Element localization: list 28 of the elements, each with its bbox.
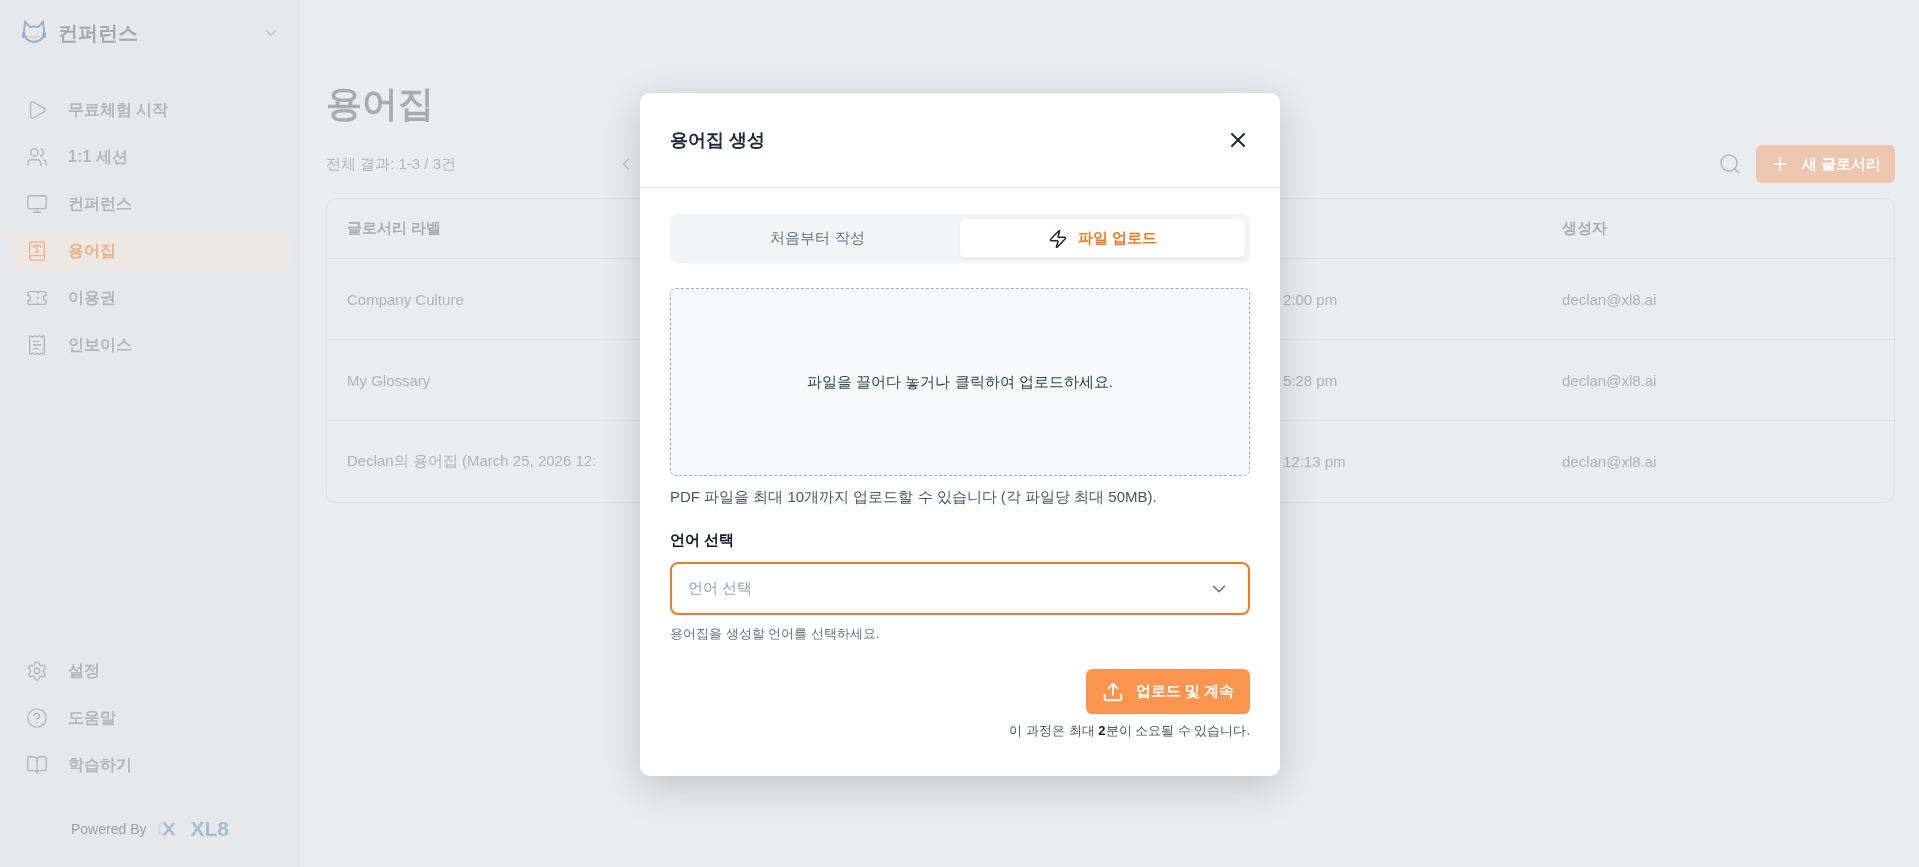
table-cell: Declan의 용어집 (March 25, 2026 12: — [347, 452, 597, 471]
language-select[interactable]: 언어 선택 — [670, 562, 1250, 615]
table-cell: Company Culture — [347, 290, 464, 308]
workspace-name[interactable]: 컨퍼런스 — [58, 19, 252, 47]
time-note: 이 과정은 최대 2분이 소요될 수 있습니다. — [1009, 722, 1250, 740]
field-label: 언어 선택 — [670, 531, 736, 550]
table-cell: 2:00 pm — [1283, 290, 1338, 308]
upload-continue-button[interactable]: 업로드 및 계속 — [1085, 669, 1250, 714]
column-header: 생성자 — [1542, 199, 1894, 259]
table-cell: My Glossary — [347, 371, 431, 389]
dialog-title: 용어집 생성 — [670, 129, 765, 152]
brand-name: XL8 — [190, 817, 229, 841]
file-dropzone[interactable]: 파일을 끌어다 놓거나 클릭하여 업로드하세요. — [670, 288, 1250, 476]
result-count: 전체 결과: 1-3 / 3건 — [326, 154, 457, 174]
table-cell: 12:13 pm — [1283, 453, 1346, 470]
nav-item[interactable]: 용어집 — [10, 231, 290, 271]
table-cell: declan@xl8.ai — [1562, 453, 1657, 470]
tab[interactable]: 파일 업로드 — [960, 219, 1245, 258]
table-cell: 5:28 pm — [1283, 371, 1338, 389]
page-title: 용어집 — [326, 82, 435, 124]
powered-by-text: Powered By — [71, 821, 147, 837]
new-glossary-button[interactable]: 새 글로서리 — [1755, 145, 1895, 183]
table-cell: declan@xl8.ai — [1562, 371, 1657, 389]
tab[interactable]: 처음부터 작성 — [675, 219, 960, 258]
upload-limit-note: PDF 파일을 최대 10개까지 업로드할 수 있습니다 (각 파일당 최대 50MB). — [670, 488, 1158, 507]
dropzone-text: 파일을 끌어다 놓거나 클릭하여 업로드하세요. — [807, 372, 1113, 392]
field-hint: 용어집을 생성할 언어를 선택하세요. — [670, 625, 881, 643]
table-cell: declan@xl8.ai — [1562, 290, 1657, 308]
